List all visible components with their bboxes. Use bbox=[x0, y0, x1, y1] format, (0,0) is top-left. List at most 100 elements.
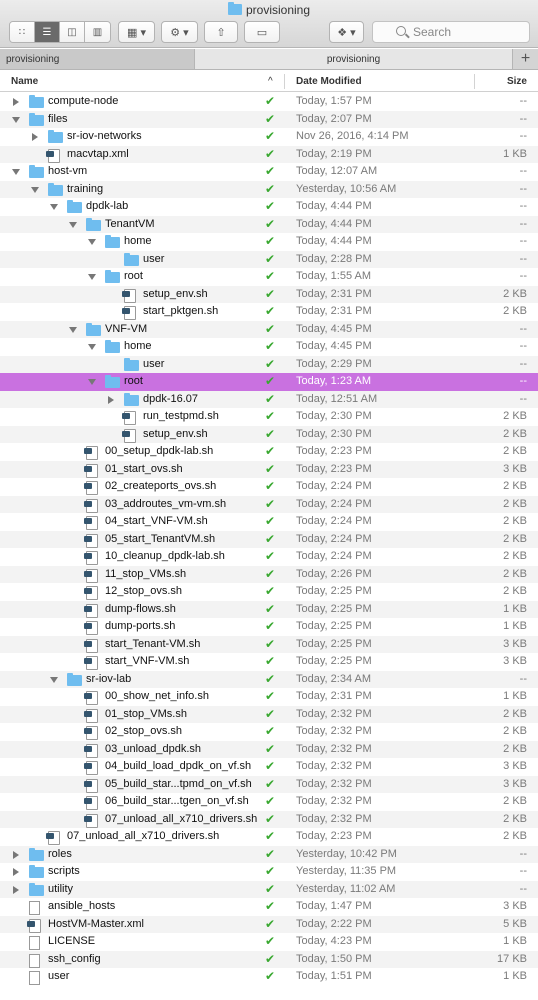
disclosure-collapsed-icon[interactable] bbox=[13, 868, 19, 876]
file-row[interactable]: user ✔ Today, 2:28 PM -- bbox=[0, 250, 538, 268]
tag-button[interactable]: ▭ bbox=[244, 21, 280, 43]
file-row[interactable]: LICENSE ✔ Today, 4:23 PM 1 KB bbox=[0, 933, 538, 951]
file-row[interactable]: 06_build_star...tgen_on_vf.sh ✔ Today, 2:3… bbox=[0, 793, 538, 811]
sync-check-icon: ✔ bbox=[265, 409, 276, 423]
sync-check-icon: ✔ bbox=[265, 531, 276, 546]
file-row[interactable]: files ✔ Today, 2:07 PM -- bbox=[0, 110, 538, 128]
sync-check-icon: ✔ bbox=[265, 164, 276, 178]
file-row[interactable]: 04_start_VNF-VM.sh ✔ Today, 2:24 PM 2 KB bbox=[0, 513, 538, 531]
file-row[interactable]: user ✔ Today, 1:51 PM 1 KB bbox=[0, 968, 538, 986]
disclosure-expanded-icon[interactable] bbox=[12, 169, 20, 175]
disclosure-collapsed-icon[interactable] bbox=[13, 850, 19, 859]
sync-check-icon: ✔ bbox=[265, 426, 276, 441]
disclosure-expanded-icon[interactable] bbox=[88, 379, 96, 385]
file-row[interactable]: start_Tenant-VM.sh ✔ Today, 2:25 PM 3 KB bbox=[0, 635, 538, 653]
file-row[interactable]: 03_unload_dpdk.sh ✔ Today, 2:32 PM 2 KB bbox=[0, 740, 538, 758]
file-row[interactable]: 12_stop_ovs.sh ✔ Today, 2:25 PM 2 KB bbox=[0, 583, 538, 601]
file-row[interactable]: dump-flows.sh ✔ Today, 2:25 PM 1 KB bbox=[0, 600, 538, 618]
file-row[interactable]: 01_stop_VMs.sh ✔ Today, 2:32 PM 2 KB bbox=[0, 705, 538, 723]
column-header-date[interactable]: Date Modified bbox=[296, 76, 362, 87]
folder-icon bbox=[86, 217, 101, 231]
disclosure-expanded-icon[interactable] bbox=[88, 274, 96, 280]
tab-provisioning-2[interactable]: provisioning bbox=[195, 49, 513, 69]
file-row[interactable]: setup_env.sh ✔ Today, 2:30 PM 2 KB bbox=[0, 425, 538, 443]
file-row[interactable]: run_testpmd.sh ✔ Today, 2:30 PM 2 KB bbox=[0, 408, 538, 426]
disclosure-collapsed-icon[interactable] bbox=[13, 885, 19, 894]
tab-provisioning-1[interactable]: provisioning bbox=[0, 49, 195, 69]
disclosure-expanded-icon[interactable] bbox=[12, 116, 20, 123]
file-row[interactable]: sr-iov-lab ✔ Today, 2:34 AM -- bbox=[0, 670, 538, 688]
disclosure-expanded-icon[interactable] bbox=[31, 186, 39, 193]
cover-flow-button[interactable]: ▥ bbox=[85, 22, 110, 42]
file-name: home bbox=[124, 340, 152, 352]
file-row[interactable]: roles ✔ Yesterday, 10:42 PM -- bbox=[0, 845, 538, 863]
list-view-button[interactable]: ☰ bbox=[35, 22, 60, 42]
file-row[interactable]: 05_start_TenantVM.sh ✔ Today, 2:24 PM 2 KB bbox=[0, 530, 538, 548]
file-row[interactable]: 10_cleanup_dpdk-lab.sh ✔ Today, 2:24 PM 2 K… bbox=[0, 548, 538, 566]
file-row[interactable]: 05_build_star...tpmd_on_vf.sh ✔ Today, 2:3… bbox=[0, 775, 538, 793]
file-row[interactable]: utility ✔ Yesterday, 11:02 AM -- bbox=[0, 880, 538, 898]
column-header-size[interactable]: Size bbox=[507, 76, 527, 87]
file-row[interactable]: 03_addroutes_vm-vm.sh ✔ Today, 2:24 PM 2 KB bbox=[0, 495, 538, 513]
view-mode-segmented-control[interactable]: ∷ ☰ ◫ ▥ bbox=[9, 21, 111, 43]
file-row[interactable]: root ✔ Today, 1:55 AM -- bbox=[0, 268, 538, 286]
file-row[interactable]: dpdk-lab ✔ Today, 4:44 PM -- bbox=[0, 198, 538, 216]
file-row[interactable]: 02_createports_ovs.sh ✔ Today, 2:24 PM 2 KB bbox=[0, 478, 538, 496]
file-row[interactable]: 00_show_net_info.sh ✔ Today, 2:31 PM 1 KB bbox=[0, 688, 538, 706]
date-modified: Today, 2:32 PM bbox=[296, 795, 372, 807]
file-row[interactable]: ansible_hosts ✔ Today, 1:47 PM 3 KB bbox=[0, 898, 538, 916]
file-row[interactable]: 01_start_ovs.sh ✔ Today, 2:23 PM 3 KB bbox=[0, 460, 538, 478]
file-row[interactable]: 04_build_load_dpdk_on_vf.sh ✔ Today, 2:32 … bbox=[0, 758, 538, 776]
file-row[interactable]: compute-node ✔ Today, 1:57 PM -- bbox=[0, 93, 538, 111]
column-header-name[interactable]: Name bbox=[11, 76, 38, 87]
date-modified: Today, 2:32 PM bbox=[296, 777, 372, 790]
date-modified: Today, 2:32 PM bbox=[296, 742, 372, 755]
disclosure-expanded-icon[interactable] bbox=[50, 676, 58, 683]
file-row[interactable]: ssh_config ✔ Today, 1:50 PM 17 KB bbox=[0, 950, 538, 968]
file-row[interactable]: home ✔ Today, 4:44 PM -- bbox=[0, 233, 538, 251]
new-tab-button[interactable]: + bbox=[513, 49, 538, 69]
action-gear-button[interactable]: ⚙ ▾ bbox=[161, 21, 198, 43]
file-row[interactable]: scripts ✔ Yesterday, 11:35 PM -- bbox=[0, 863, 538, 881]
file-row[interactable]: 07_unload_all_x710_drivers.sh ✔ Today, 2:2… bbox=[0, 828, 538, 846]
disclosure-expanded-icon[interactable] bbox=[69, 221, 77, 228]
disclosure-expanded-icon[interactable] bbox=[50, 204, 58, 210]
file-row[interactable]: start_pktgen.sh ✔ Today, 2:31 PM 2 KB bbox=[0, 303, 538, 321]
file-row[interactable]: dump-ports.sh ✔ Today, 2:25 PM 1 KB bbox=[0, 618, 538, 636]
file-row[interactable]: 11_stop_VMs.sh ✔ Today, 2:26 PM 2 KB bbox=[0, 565, 538, 583]
file-row[interactable]: root ✔ Today, 1:23 AM -- bbox=[0, 373, 538, 391]
icon-view-button[interactable]: ∷ bbox=[10, 22, 35, 42]
column-view-button[interactable]: ◫ bbox=[60, 22, 85, 42]
disclosure-collapsed-icon[interactable] bbox=[108, 395, 114, 404]
dropbox-button[interactable]: ❖ ▾ bbox=[329, 21, 364, 43]
file-row[interactable]: dpdk-16.07 ✔ Today, 12:51 AM -- bbox=[0, 390, 538, 408]
file-row[interactable]: TenantVM ✔ Today, 4:44 PM -- bbox=[0, 215, 538, 233]
date-modified: Today, 2:34 AM bbox=[296, 672, 372, 685]
file-size: 1 KB bbox=[503, 620, 527, 632]
sync-check-icon: ✔ bbox=[265, 846, 276, 861]
file-row[interactable]: HostVM-Master.xml ✔ Today, 2:22 PM 5 KB bbox=[0, 915, 538, 933]
disclosure-collapsed-icon[interactable] bbox=[13, 98, 19, 106]
file-row[interactable]: 02_stop_ovs.sh ✔ Today, 2:32 PM 2 KB bbox=[0, 723, 538, 741]
file-row[interactable]: home ✔ Today, 4:45 PM -- bbox=[0, 338, 538, 356]
file-size: -- bbox=[519, 357, 527, 370]
file-row[interactable]: 00_setup_dpdk-lab.sh ✔ Today, 2:23 PM 2 KB bbox=[0, 443, 538, 461]
share-button[interactable]: ⇧ bbox=[204, 21, 238, 43]
file-row[interactable]: host-vm ✔ Today, 12:07 AM -- bbox=[0, 163, 538, 181]
file-row[interactable]: 07_unload_all_x710_drivers.sh ✔ Today, 2:3… bbox=[0, 810, 538, 828]
file-row[interactable]: training ✔ Yesterday, 10:56 AM -- bbox=[0, 180, 538, 198]
disclosure-expanded-icon[interactable] bbox=[88, 344, 96, 350]
arrange-button[interactable]: ▦ ▾ bbox=[118, 21, 155, 43]
file-row[interactable]: setup_env.sh ✔ Today, 2:31 PM 2 KB bbox=[0, 285, 538, 303]
file-row[interactable]: macvtap.xml ✔ Today, 2:19 PM 1 KB bbox=[0, 145, 538, 163]
disclosure-expanded-icon[interactable] bbox=[69, 326, 77, 333]
file-row[interactable]: start_VNF-VM.sh ✔ Today, 2:25 PM 3 KB bbox=[0, 653, 538, 671]
disclosure-expanded-icon[interactable] bbox=[88, 239, 96, 245]
document-icon bbox=[29, 953, 40, 968]
file-row[interactable]: sr-iov-networks ✔ Nov 26, 2016, 4:14 PM -- bbox=[0, 128, 538, 146]
file-row[interactable]: VNF-VM ✔ Today, 4:45 PM -- bbox=[0, 320, 538, 338]
file-row[interactable]: user ✔ Today, 2:29 PM -- bbox=[0, 355, 538, 373]
search-input[interactable]: Search bbox=[372, 21, 530, 43]
disclosure-collapsed-icon[interactable] bbox=[32, 133, 38, 141]
file-size: -- bbox=[519, 865, 527, 877]
